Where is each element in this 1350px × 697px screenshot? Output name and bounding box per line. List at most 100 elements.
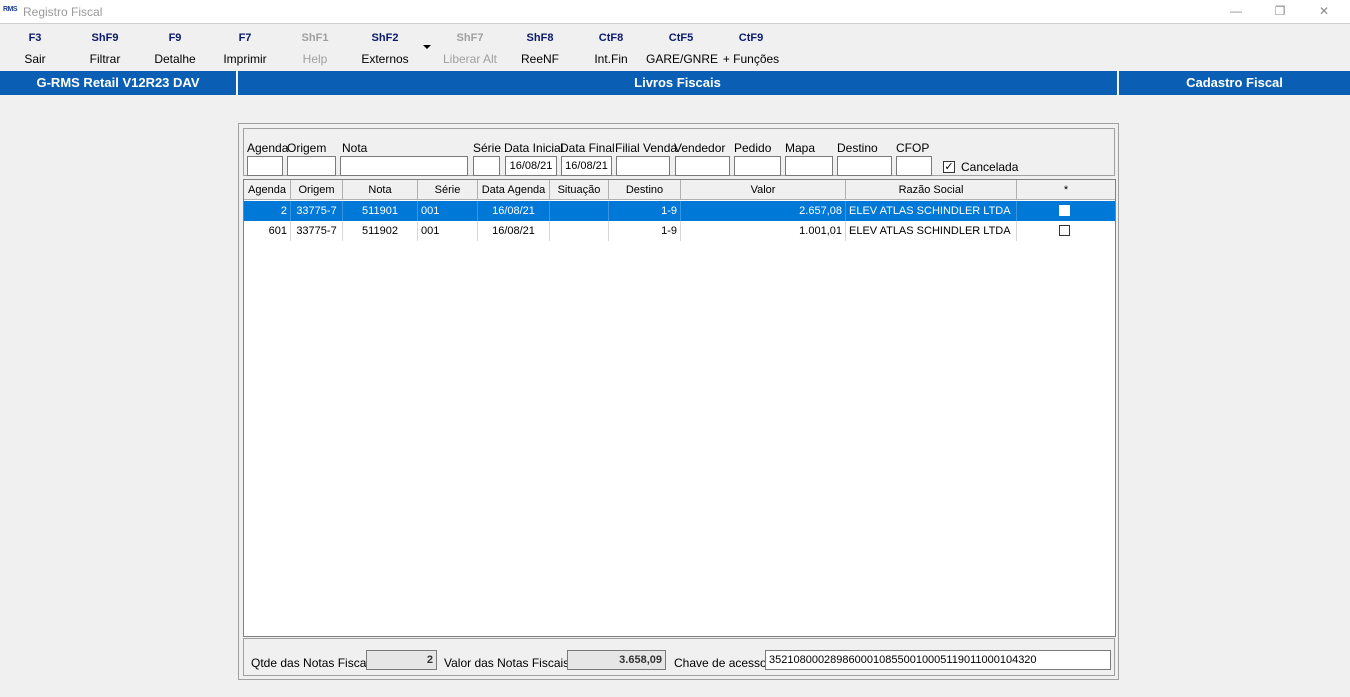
- chave-acesso-label: Chave de acesso:: [674, 656, 771, 670]
- externos-dropdown-icon[interactable]: [423, 45, 431, 49]
- col-header-origem[interactable]: Origem: [291, 180, 343, 200]
- button-label: Externos: [361, 52, 409, 66]
- app-logo-icon: RMS: [3, 6, 18, 13]
- chave-acesso-input[interactable]: 3521080002898600010855001000511901100010…: [765, 650, 1111, 670]
- button-label: Detalhe: [154, 52, 196, 66]
- cell-destino: 1-9: [609, 201, 681, 221]
- destino-label: Destino: [837, 141, 878, 155]
- key-label: ShF2: [371, 32, 399, 44]
- table-row[interactable]: 601 33775-7 511902 001 16/08/21 1-9 1.00…: [244, 221, 1115, 241]
- button-label: GARE/GNRE: [646, 52, 719, 66]
- cell-origem: 33775-7: [291, 201, 343, 221]
- filtrar-button[interactable]: ShF9 Filtrar: [70, 32, 140, 66]
- key-label: ShF9: [91, 32, 119, 44]
- restore-button[interactable]: ❐: [1258, 2, 1302, 22]
- cell-valor: 1.001,01: [681, 221, 846, 241]
- button-label: ReeNF: [520, 52, 559, 66]
- livros-fiscais-panel: Agenda Origem Nota Série Data Inicial 16…: [238, 123, 1119, 680]
- externos-button[interactable]: ShF2 Externos: [350, 32, 420, 66]
- col-header-situacao[interactable]: Situação: [550, 180, 609, 200]
- mapa-label: Mapa: [785, 141, 816, 155]
- pedido-label: Pedido: [734, 141, 772, 155]
- button-label: Int.Fin: [594, 52, 628, 66]
- key-label: ShF1: [301, 32, 329, 44]
- col-header-nota[interactable]: Nota: [343, 180, 418, 200]
- destino-input[interactable]: [837, 156, 892, 176]
- filial-venda-label: Filial Venda: [615, 141, 678, 155]
- cell-data-agenda: 16/08/21: [478, 201, 550, 221]
- gare-gnre-button[interactable]: CtF5 GARE/GNRE: [646, 32, 719, 66]
- col-header-agenda[interactable]: Agenda: [244, 180, 291, 200]
- agenda-filter-input[interactable]: [247, 156, 283, 176]
- col-header-select[interactable]: *: [1017, 180, 1115, 200]
- detalhe-button[interactable]: F9 Detalhe: [140, 32, 210, 66]
- cell-agenda: 601: [244, 221, 291, 241]
- button-label: Sair: [24, 52, 46, 66]
- serie-filter-input[interactable]: [473, 156, 500, 176]
- col-header-serie[interactable]: Série: [418, 180, 478, 200]
- totals-footer: Qtde das Notas Fiscais: 2 Valor das Nota…: [243, 638, 1115, 676]
- notas-grid[interactable]: Agenda Origem Nota Série Data Agenda Sit…: [243, 179, 1116, 637]
- col-header-valor[interactable]: Valor: [681, 180, 846, 200]
- mapa-input[interactable]: [785, 156, 833, 176]
- agenda-label: Agenda: [247, 141, 289, 155]
- cell-serie: 001: [418, 221, 478, 241]
- button-label: Help: [302, 52, 328, 66]
- key-label: CtF5: [668, 32, 694, 44]
- row-select-checkbox[interactable]: [1059, 205, 1070, 216]
- data-inicial-label: Data Inicial: [504, 141, 564, 155]
- int-fin-button[interactable]: CtF8 Int.Fin: [576, 32, 646, 66]
- pedido-input[interactable]: [734, 156, 781, 176]
- minimize-button[interactable]: —: [1214, 2, 1258, 22]
- col-header-razao-social[interactable]: Razão Social: [846, 180, 1017, 200]
- nota-filter-input[interactable]: [340, 156, 468, 176]
- app-version-header: G-RMS Retail V12R23 DAV: [0, 71, 237, 95]
- cell-nota: 511901: [343, 201, 418, 221]
- cell-destino: 1-9: [609, 221, 681, 241]
- liberar-alt-button[interactable]: ShF7 Liberar Alt: [435, 32, 505, 66]
- module-title-header: Livros Fiscais: [238, 71, 1118, 95]
- cfop-input[interactable]: [896, 156, 932, 176]
- valor-label: Valor das Notas Fiscais:: [444, 656, 573, 670]
- cell-situacao: [550, 221, 609, 241]
- key-label: CtF9: [738, 32, 764, 44]
- key-label: F3: [28, 32, 42, 44]
- window-title: Registro Fiscal: [23, 5, 103, 19]
- filial-venda-input[interactable]: [616, 156, 670, 176]
- help-button[interactable]: ShF1 Help: [280, 32, 350, 66]
- reenf-button[interactable]: ShF8 ReeNF: [505, 32, 575, 66]
- cell-data-agenda: 16/08/21: [478, 221, 550, 241]
- cell-agenda: 2: [244, 201, 291, 221]
- key-label: F7: [238, 32, 252, 44]
- key-label: ShF7: [456, 32, 484, 44]
- table-row[interactable]: 2 33775-7 511901 001 16/08/21 1-9 2.657,…: [244, 201, 1115, 221]
- close-button[interactable]: ✕: [1302, 2, 1346, 22]
- cancelada-label: Cancelada: [961, 160, 1019, 174]
- button-label: + Funções: [722, 52, 780, 66]
- grid-header: Agenda Origem Nota Série Data Agenda Sit…: [244, 180, 1115, 200]
- key-label: ShF8: [526, 32, 554, 44]
- title-bar: RMS Registro Fiscal — ❐ ✕: [0, 0, 1350, 24]
- section-header: Cadastro Fiscal: [1119, 71, 1350, 95]
- col-header-data-agenda[interactable]: Data Agenda: [478, 180, 550, 200]
- sair-button[interactable]: F3 Sair: [0, 32, 70, 66]
- cancelada-checkbox[interactable]: ✓: [943, 161, 955, 173]
- imprimir-button[interactable]: F7 Imprimir: [210, 32, 280, 66]
- valor-total-value: 3.658,09: [567, 650, 666, 670]
- origem-filter-input[interactable]: [287, 156, 336, 176]
- key-label: F9: [168, 32, 182, 44]
- cell-nota: 511902: [343, 221, 418, 241]
- cell-origem: 33775-7: [291, 221, 343, 241]
- origem-label: Origem: [287, 141, 327, 155]
- vendedor-input[interactable]: [675, 156, 730, 176]
- data-final-input[interactable]: 16/08/21: [561, 156, 612, 176]
- data-inicial-input[interactable]: 16/08/21: [505, 156, 557, 176]
- cell-razao-social: ELEV ATLAS SCHINDLER LTDA: [846, 221, 1017, 241]
- vendedor-label: Vendedor: [674, 141, 726, 155]
- button-label: Liberar Alt: [442, 52, 498, 66]
- mais-funcoes-button[interactable]: CtF9 + Funções: [716, 32, 786, 66]
- key-label: CtF8: [598, 32, 624, 44]
- qtde-value: 2: [366, 650, 437, 670]
- col-header-destino[interactable]: Destino: [609, 180, 681, 200]
- row-select-checkbox[interactable]: [1059, 225, 1070, 236]
